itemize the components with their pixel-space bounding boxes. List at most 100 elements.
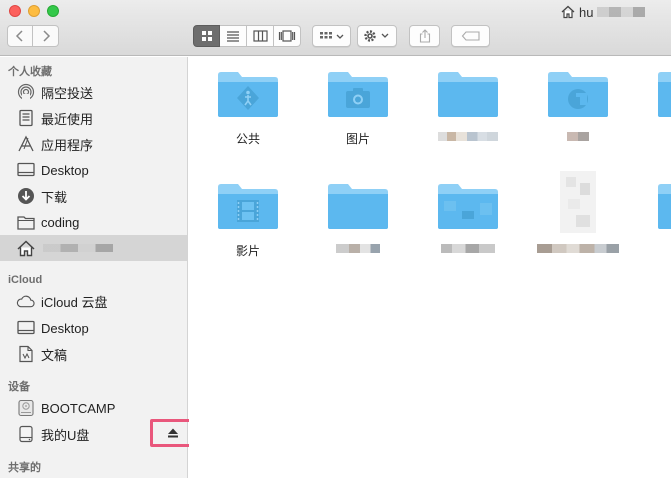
- folder-icon: [438, 184, 498, 229]
- redacted-file-name: [567, 132, 589, 141]
- sidebar-item-coding[interactable]: coding: [0, 209, 187, 235]
- close-window-button[interactable]: [9, 5, 21, 17]
- arrange-button[interactable]: [312, 25, 351, 47]
- file-item[interactable]: 公共: [193, 69, 303, 146]
- library-folder-icon: [548, 72, 608, 117]
- window-toolbar: hu: [0, 0, 671, 56]
- window-title: hu: [561, 4, 646, 20]
- folder-icon: [658, 72, 671, 117]
- redacted-file-name: [537, 244, 619, 253]
- file-name: [438, 130, 498, 146]
- chevron-right-icon: [42, 30, 50, 42]
- icon-view-button[interactable]: [193, 25, 220, 47]
- redacted-file-name: [441, 244, 495, 253]
- desktop-icon: [16, 319, 35, 338]
- gear-icon: [364, 30, 389, 42]
- home-icon: [561, 5, 575, 19]
- share-button[interactable]: [409, 25, 440, 47]
- sidebar-item-bootcamp[interactable]: BOOTCAMP: [0, 395, 187, 421]
- minimize-window-button[interactable]: [28, 5, 40, 17]
- file-item[interactable]: [413, 181, 523, 258]
- file-name: [441, 242, 495, 258]
- column-view-button[interactable]: [247, 25, 274, 47]
- file-item[interactable]: [523, 69, 633, 146]
- file-name: 公共: [235, 132, 260, 146]
- airdrop-icon: [16, 83, 35, 102]
- share-icon: [419, 29, 430, 43]
- action-button[interactable]: [357, 25, 397, 47]
- file-name: 影片: [235, 244, 260, 258]
- file-item[interactable]: [633, 181, 671, 258]
- redacted-file-name: [336, 244, 380, 253]
- redacted-file-name: [438, 132, 498, 141]
- forward-button[interactable]: [33, 25, 59, 47]
- folder-icon: [328, 184, 388, 229]
- columns-icon: [252, 30, 268, 42]
- tags-button[interactable]: [451, 25, 490, 47]
- public-folder-icon: [218, 72, 278, 117]
- file-name: 图片: [345, 132, 370, 146]
- usb-disk-icon: [16, 425, 35, 444]
- sidebar-item-label: 最近使用: [41, 111, 94, 127]
- file-item[interactable]: [523, 169, 633, 258]
- sidebar-item-icloud-desktop[interactable]: Desktop: [0, 315, 187, 341]
- redacted-title: [597, 7, 646, 17]
- sidebar-item-airdrop[interactable]: 隔空投送: [0, 79, 187, 105]
- devices-header: 设备: [8, 381, 30, 393]
- cover-flow-view-button[interactable]: [274, 25, 301, 47]
- shared-header: 共享的: [8, 462, 41, 474]
- zoom-window-button[interactable]: [47, 5, 59, 17]
- list-icon: [227, 31, 239, 42]
- sidebar-item-downloads[interactable]: 下载: [0, 183, 187, 209]
- redacted-home-name: [43, 244, 113, 252]
- sidebar-item-label: 文稿: [41, 347, 68, 363]
- back-button[interactable]: [7, 25, 33, 47]
- sidebar-item-home[interactable]: [0, 235, 187, 261]
- sidebar-item-documents[interactable]: 文稿: [0, 341, 187, 367]
- file-item[interactable]: [633, 69, 671, 146]
- sidebar-item-label: Desktop: [41, 320, 89, 336]
- folder-icon: [658, 184, 671, 229]
- applications-icon: [16, 135, 35, 154]
- pictures-folder-icon: [328, 72, 388, 117]
- file-item[interactable]: 图片: [303, 69, 413, 146]
- sidebar-item-applications[interactable]: 应用程序: [0, 131, 187, 157]
- downloads-icon: [16, 187, 35, 206]
- tag-icon: [461, 31, 480, 41]
- file-name: [537, 242, 619, 258]
- desktop-icon: [16, 161, 35, 180]
- home-icon: [16, 239, 35, 258]
- sidebar-item-label: 我的U盘: [41, 427, 90, 443]
- document-icon: [560, 171, 596, 233]
- sidebar-item-recents[interactable]: 最近使用: [0, 105, 187, 131]
- sidebar-item-label: 应用程序: [41, 137, 94, 153]
- recents-icon: [16, 109, 35, 128]
- window-title-text: hu: [579, 4, 594, 20]
- favorites-header: 个人收藏: [8, 66, 52, 78]
- file-item[interactable]: [413, 69, 523, 146]
- cover-flow-icon: [278, 30, 296, 42]
- file-name: [336, 242, 380, 258]
- cloud-icon: [16, 292, 35, 311]
- navigation-buttons: [7, 25, 59, 47]
- file-item[interactable]: [303, 181, 413, 258]
- arrange-icon: [319, 32, 343, 39]
- sidebar-item-icloud-drive[interactable]: iCloud 云盘: [0, 288, 187, 314]
- folder-icon: [16, 213, 35, 232]
- view-mode-segmented: [193, 25, 301, 47]
- sidebar-item-desktop[interactable]: Desktop: [0, 157, 187, 183]
- grid-icon: [201, 31, 212, 41]
- chevron-left-icon: [15, 30, 23, 42]
- documents-icon: [16, 345, 35, 364]
- file-item[interactable]: 影片: [193, 181, 303, 258]
- folder-icon: [438, 72, 498, 117]
- sidebar-item-label: 下载: [41, 189, 68, 205]
- sidebar-item-label: 隔空投送: [41, 85, 94, 101]
- sidebar-item-label: iCloud 云盘: [41, 294, 108, 310]
- movies-folder-icon: [218, 184, 278, 229]
- sidebar: 个人收藏 隔空投送 最近使用 应用程序 Desktop 下载 coding iC…: [0, 57, 188, 478]
- sidebar-item-label: Desktop: [41, 162, 89, 178]
- list-view-button[interactable]: [220, 25, 247, 47]
- file-name: [567, 130, 589, 146]
- file-browser-content: 公共 图片 影片: [189, 57, 671, 478]
